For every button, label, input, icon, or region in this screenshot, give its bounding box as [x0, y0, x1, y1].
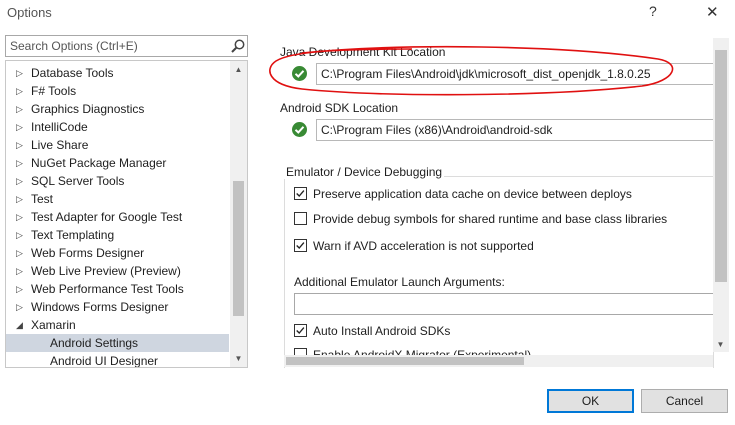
scroll-up-icon[interactable]: ▲	[233, 65, 244, 74]
cancel-button[interactable]: Cancel	[641, 389, 728, 413]
jdk-location-field[interactable]: C:\Program Files\Android\jdk\microsoft_d…	[316, 63, 728, 85]
collapsed-arrow-icon[interactable]: ▷	[16, 244, 26, 262]
tree-item-label: Web Forms Designer	[31, 246, 145, 260]
valid-check-icon	[292, 66, 307, 81]
tree-item[interactable]: ▷ Text Templating	[6, 226, 229, 244]
tree-item[interactable]: ▷ Test	[6, 190, 229, 208]
emulator-args-input[interactable]	[294, 293, 714, 315]
collapsed-arrow-icon[interactable]: ▷	[16, 280, 26, 298]
scroll-down-icon[interactable]: ▼	[233, 354, 244, 363]
tree-item-label: Text Templating	[31, 228, 115, 242]
collapsed-arrow-icon[interactable]: ▷	[16, 172, 26, 190]
tree-scrollbar[interactable]: ▲ ▼	[230, 61, 247, 367]
tree-item[interactable]: ▷ SQL Server Tools	[6, 172, 229, 190]
sdk-label: Android SDK Location	[280, 101, 399, 115]
tree-item[interactable]: ◢ Xamarin	[6, 316, 229, 334]
tree-item[interactable]: ▷ Web Live Preview (Preview)	[6, 262, 229, 280]
close-button[interactable]: ✕	[706, 3, 719, 21]
scroll-down-icon[interactable]: ▼	[715, 340, 726, 349]
tree-item-label: IntelliCode	[31, 120, 88, 134]
tree-item-label: Xamarin	[31, 318, 76, 332]
tree-item[interactable]: ▷ F# Tools	[6, 82, 229, 100]
tree-item-label: Web Live Preview (Preview)	[31, 264, 181, 278]
tree-item-label: Graphics Diagnostics	[31, 102, 145, 116]
tree-item[interactable]: ▷ Windows Forms Designer	[6, 298, 229, 316]
collapsed-arrow-icon[interactable]: ▷	[16, 226, 26, 244]
tree-item-label: Live Share	[31, 138, 89, 152]
tree-item-label: Database Tools	[31, 66, 114, 80]
settings-vscroll-thumb[interactable]	[715, 50, 727, 282]
tree-item[interactable]: Android Settings	[6, 334, 229, 352]
emulator-group-title: Emulator / Device Debugging	[284, 165, 445, 179]
search-input[interactable]	[6, 36, 224, 56]
title-bar: Options ? ✕	[0, 0, 735, 26]
checkbox-box[interactable]	[294, 324, 307, 337]
checkbox-label: Provide debug symbols for shared runtime…	[313, 212, 668, 226]
collapsed-arrow-icon[interactable]: ▷	[16, 190, 26, 208]
checkbox-box[interactable]	[294, 239, 307, 252]
options-tree: ▷ Database Tools ▷ F# Tools ▷ Graphics Diagno…	[5, 60, 248, 368]
tree-item-label: Android Settings	[50, 336, 139, 350]
collapsed-arrow-icon[interactable]: ▷	[16, 262, 26, 280]
valid-check-icon	[292, 122, 307, 137]
tree-item-label: Test	[31, 192, 54, 206]
tree-item-label: Windows Forms Designer	[31, 300, 169, 314]
collapsed-arrow-icon[interactable]: ▷	[16, 136, 26, 154]
collapsed-arrow-icon[interactable]: ▷	[16, 100, 26, 118]
tree-item[interactable]: ▷ IntelliCode	[6, 118, 229, 136]
tree-item[interactable]: ▷ NuGet Package Manager	[6, 154, 229, 172]
tree-item-label: Test Adapter for Google Test	[31, 210, 183, 224]
collapsed-arrow-icon[interactable]: ▷	[16, 118, 26, 136]
tree-item-label: NuGet Package Manager	[31, 156, 167, 170]
settings-panel: Java Development Kit Location C:\Program…	[270, 38, 728, 368]
collapsed-arrow-icon[interactable]: ▷	[16, 82, 26, 100]
tree-item[interactable]: ▷ Live Share	[6, 136, 229, 154]
collapsed-arrow-icon[interactable]: ▷	[16, 298, 26, 316]
settings-horizontal-scrollbar[interactable]	[284, 355, 713, 367]
ok-button[interactable]: OK	[547, 389, 634, 413]
window-title: Options	[7, 5, 52, 20]
tree-item[interactable]: ▷ Graphics Diagnostics	[6, 100, 229, 118]
collapsed-arrow-icon[interactable]: ▷	[16, 154, 26, 172]
checkbox-label: Auto Install Android SDKs	[313, 324, 451, 338]
tree-item-label: Android UI Designer	[50, 354, 159, 368]
tree-item-label: SQL Server Tools	[31, 174, 125, 188]
tree-scroll-thumb[interactable]	[233, 181, 244, 316]
settings-hscroll-thumb[interactable]	[286, 357, 524, 365]
sdk-location-field[interactable]: C:\Program Files (x86)\Android\android-s…	[316, 119, 728, 141]
checkbox-label: Warn if AVD acceleration is not supporte…	[313, 239, 534, 253]
search-box[interactable]	[5, 35, 248, 57]
search-icon[interactable]	[230, 38, 246, 54]
tree-item[interactable]: ▷ Web Performance Test Tools	[6, 280, 229, 298]
settings-vertical-scrollbar[interactable]: ▼	[713, 38, 729, 352]
expanded-arrow-icon[interactable]: ◢	[16, 316, 26, 334]
checkbox-label: Preserve application data cache on devic…	[313, 187, 632, 201]
emulator-args-label: Additional Emulator Launch Arguments:	[294, 275, 505, 289]
collapsed-arrow-icon[interactable]: ▷	[16, 64, 26, 82]
tree-item[interactable]: ▷ Database Tools	[6, 64, 229, 82]
tree-item[interactable]: Android UI Designer	[6, 352, 229, 368]
tree-item[interactable]: ▷ Web Forms Designer	[6, 244, 229, 262]
tree-item-label: F# Tools	[31, 84, 77, 98]
help-button[interactable]: ?	[649, 3, 657, 19]
jdk-label: Java Development Kit Location	[280, 45, 446, 59]
checkbox-box[interactable]	[294, 187, 307, 200]
checkbox-box[interactable]	[294, 212, 307, 225]
collapsed-arrow-icon[interactable]: ▷	[16, 208, 26, 226]
emulator-group	[284, 176, 714, 368]
tree-item-label: Web Performance Test Tools	[31, 282, 184, 296]
tree-item[interactable]: ▷ Test Adapter for Google Test	[6, 208, 229, 226]
